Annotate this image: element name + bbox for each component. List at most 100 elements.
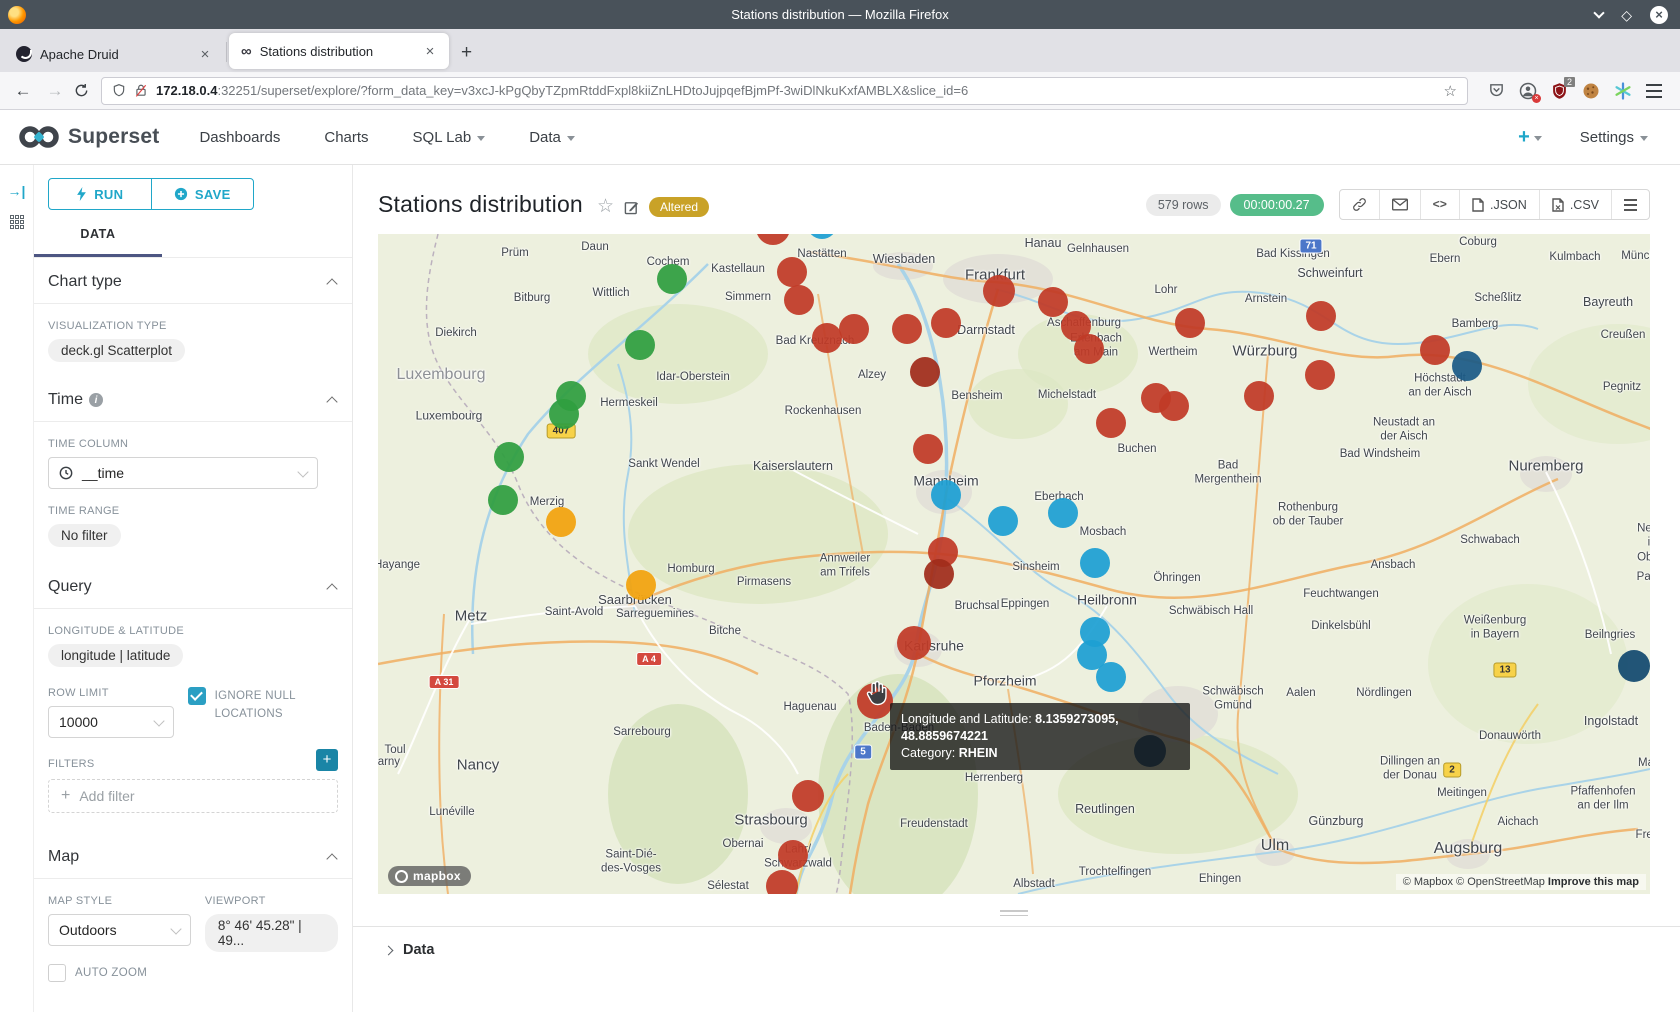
ublock-icon[interactable]: 2 (1551, 82, 1568, 100)
map-point[interactable] (1159, 391, 1189, 421)
map-point[interactable] (988, 506, 1018, 536)
window-close-icon[interactable]: × (1650, 6, 1668, 24)
map-point[interactable] (1175, 308, 1205, 338)
firefox-menu-icon[interactable] (1646, 84, 1662, 98)
mapbox-logo[interactable]: mapbox (388, 866, 471, 886)
run-button[interactable]: RUN (49, 179, 152, 209)
export-json-button[interactable]: .JSON (1460, 190, 1540, 219)
new-tab-button[interactable]: + (449, 42, 484, 72)
map-point[interactable] (1244, 381, 1274, 411)
extension-asterisk-icon[interactable] (1614, 82, 1632, 100)
embed-code-button[interactable]: <> (1421, 190, 1460, 219)
map-point[interactable] (1096, 408, 1126, 438)
back-button[interactable]: ← (10, 81, 36, 101)
viewport-value[interactable]: 8° 46' 45.28" | 49... (205, 914, 338, 952)
map-point[interactable] (812, 323, 842, 353)
map-point[interactable] (625, 330, 655, 360)
bookmark-star-icon[interactable]: ☆ (1444, 82, 1457, 100)
edit-properties-icon[interactable] (624, 200, 639, 215)
map-point[interactable] (1306, 301, 1336, 331)
map-point[interactable] (1074, 334, 1104, 364)
cookie-icon[interactable] (1582, 82, 1600, 100)
nav-data[interactable]: Data (529, 129, 575, 146)
pocket-icon[interactable] (1488, 82, 1505, 99)
copy-link-button[interactable] (1340, 190, 1380, 219)
nav-sql-lab[interactable]: SQL Lab (413, 129, 486, 146)
map-point[interactable] (488, 485, 518, 515)
tab-data[interactable]: DATA (34, 227, 162, 257)
reload-button[interactable] (74, 83, 89, 98)
map-point[interactable] (913, 434, 943, 464)
chart-menu-button[interactable] (1612, 190, 1649, 219)
map-point[interactable] (777, 257, 807, 287)
tab-close-icon[interactable]: × (421, 43, 439, 60)
map-point[interactable] (1096, 662, 1126, 692)
map-point[interactable] (931, 308, 961, 338)
map-point[interactable] (1420, 335, 1450, 365)
tab-stations-distribution[interactable]: ∞ Stations distribution × (229, 33, 449, 69)
map-point[interactable] (1038, 287, 1068, 317)
map-style-select[interactable]: Outdoors (48, 914, 191, 946)
window-maximize-icon[interactable]: ◇ (1621, 8, 1632, 22)
save-button[interactable]: SAVE (152, 179, 254, 209)
nav-charts[interactable]: Charts (324, 129, 368, 146)
window-minimize-icon[interactable] (1594, 7, 1605, 18)
improve-map-link[interactable]: Improve this map (1548, 876, 1639, 888)
settings-menu[interactable]: Settings (1580, 129, 1648, 146)
account-icon[interactable]: × (1519, 82, 1537, 100)
map-point[interactable] (778, 840, 808, 870)
map-point[interactable] (766, 870, 798, 894)
map-point[interactable] (1452, 351, 1482, 381)
map-point[interactable] (839, 314, 869, 344)
map-point[interactable] (657, 264, 687, 294)
nav-dashboards[interactable]: Dashboards (199, 129, 280, 146)
section-query[interactable]: Query (34, 563, 352, 608)
time-column-select[interactable]: __time (48, 457, 318, 489)
map-point[interactable] (784, 285, 814, 315)
map-label: Schweinfurt (1297, 266, 1362, 282)
ignore-null-checkbox[interactable] (188, 687, 206, 705)
map-point[interactable] (924, 559, 954, 589)
url-bar[interactable]: 172.18.0.4:32251/superset/explore/?form_… (101, 77, 1468, 105)
map-point[interactable] (910, 357, 940, 387)
deckgl-map[interactable]: PrümDaunCochemNastättenGelnhausenBad Kis… (378, 234, 1650, 894)
add-filter-plus-button[interactable]: + (316, 749, 338, 771)
export-csv-button[interactable]: .CSV (1540, 190, 1612, 219)
map-point[interactable] (931, 480, 961, 510)
viz-type-value[interactable]: deck.gl Scatterplot (48, 339, 185, 362)
data-panel-header[interactable]: Data (353, 926, 1680, 973)
favorite-star-icon[interactable]: ☆ (597, 195, 614, 218)
map-point[interactable] (983, 275, 1015, 307)
map-point[interactable] (1618, 650, 1650, 682)
map-point[interactable] (1080, 548, 1110, 578)
map-point[interactable] (626, 570, 656, 600)
map-attribution[interactable]: © Mapbox © OpenStreetMap Improve this ma… (1396, 874, 1646, 890)
map-point[interactable] (1048, 498, 1078, 528)
section-chart-type[interactable]: Chart type (34, 258, 352, 303)
add-filter-box[interactable]: +Add filter (48, 779, 338, 813)
map-point[interactable] (494, 442, 524, 472)
map-point[interactable] (549, 399, 579, 429)
tab-close-icon[interactable]: × (196, 46, 214, 63)
resize-handle[interactable] (1000, 910, 1028, 916)
map-point[interactable] (897, 626, 931, 660)
map-point[interactable] (792, 780, 824, 812)
row-limit-select[interactable]: 10000 (48, 706, 174, 738)
section-map[interactable]: Map (34, 833, 352, 878)
datasource-grid-icon[interactable] (10, 215, 24, 229)
forward-button[interactable]: → (42, 81, 68, 101)
map-point[interactable] (546, 507, 576, 537)
tab-apache-druid[interactable]: Apache Druid × (4, 36, 224, 72)
auto-zoom-checkbox[interactable] (48, 964, 66, 982)
lonlat-value[interactable]: longitude | latitude (48, 644, 183, 667)
section-time[interactable]: Timei (34, 376, 352, 421)
time-range-value[interactable]: No filter (48, 524, 121, 547)
altered-badge[interactable]: Altered (649, 197, 709, 217)
superset-logo[interactable]: Superset (18, 124, 159, 150)
map-point[interactable] (892, 314, 922, 344)
email-button[interactable] (1380, 190, 1421, 219)
new-item-button[interactable]: + (1518, 126, 1542, 149)
expand-datasource-icon[interactable]: →| (8, 183, 26, 199)
map-point[interactable] (1305, 360, 1335, 390)
map-label: Wertheim (1149, 345, 1198, 359)
